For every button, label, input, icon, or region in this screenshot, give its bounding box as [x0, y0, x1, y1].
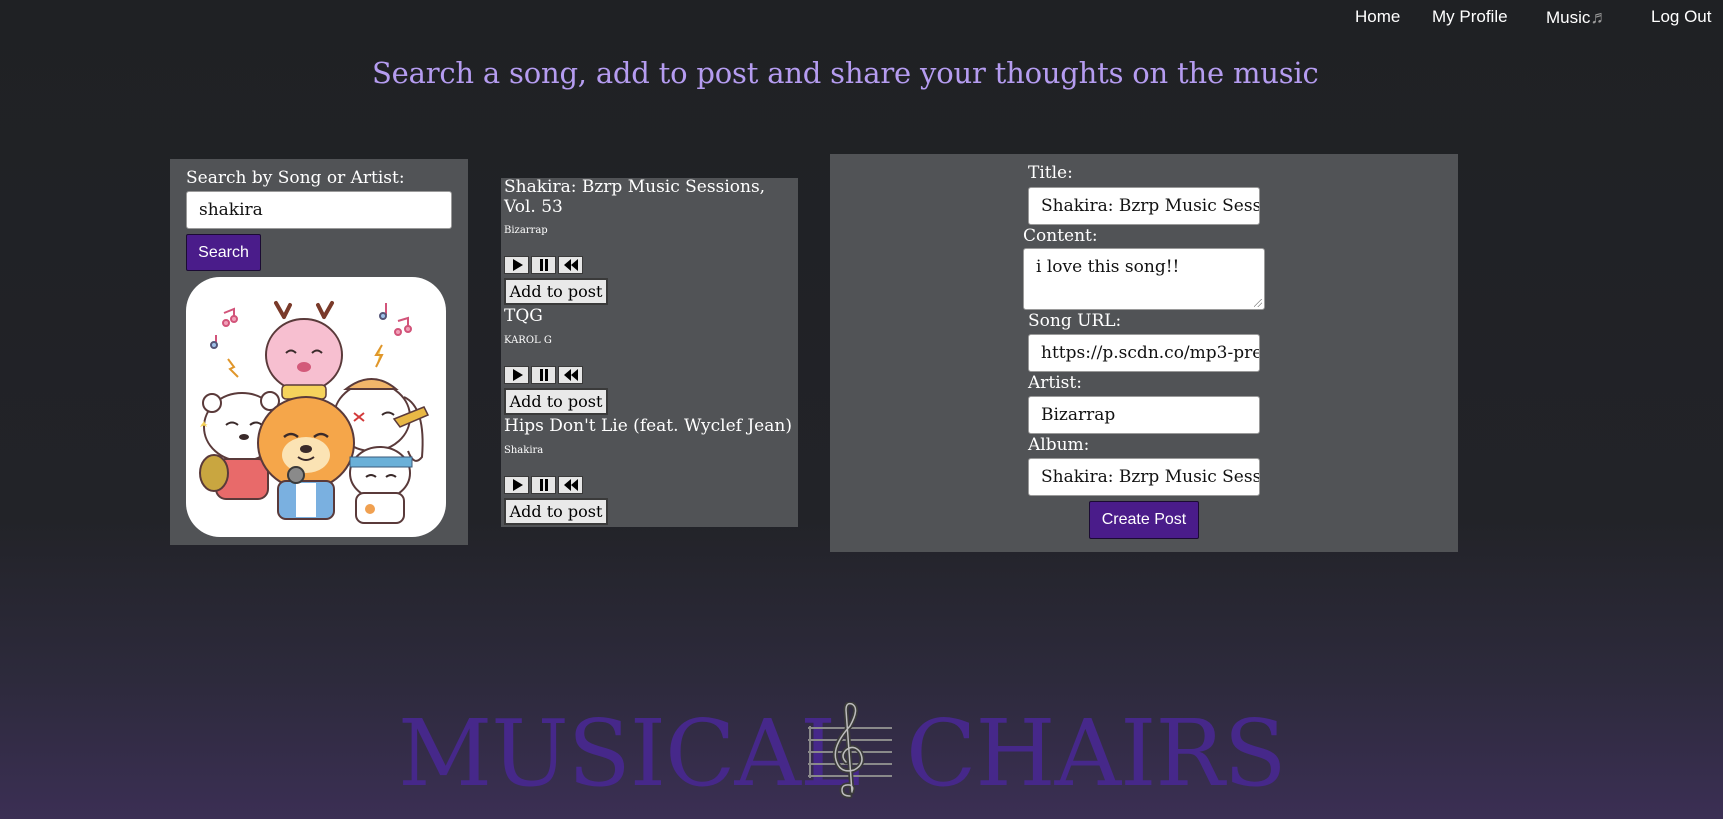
rewind-icon: [563, 479, 578, 491]
album-art-image: [186, 277, 446, 537]
content-text: i love this song!!: [1036, 257, 1180, 277]
album-label: Album:: [1028, 435, 1090, 455]
nav-music-label: Music: [1546, 8, 1591, 27]
search-button[interactable]: Search: [186, 234, 261, 271]
song-url-field[interactable]: https://p.scdn.co/mp3-pre: [1028, 334, 1260, 372]
result-artist: KAROL G: [504, 335, 552, 346]
artist-field[interactable]: Bizarrap: [1028, 396, 1260, 434]
song-url-label: Song URL:: [1028, 311, 1122, 331]
nav-logout-link[interactable]: Log Out: [1651, 7, 1712, 27]
add-to-post-button[interactable]: Add to post: [504, 388, 608, 415]
logo-word-musical: MUSICAL: [398, 700, 861, 807]
result-title: TQG: [504, 306, 543, 326]
nav-home-link[interactable]: Home: [1355, 7, 1400, 27]
pause-icon: [539, 479, 548, 491]
add-to-post-button[interactable]: Add to post: [504, 278, 608, 305]
play-button[interactable]: [504, 366, 529, 384]
result-title: Shakira: Bzrp Music Sessions, Vol. 53: [504, 177, 766, 217]
pause-icon: [539, 259, 548, 271]
rewind-icon: [563, 369, 578, 381]
top-nav: Home My Profile Music♬ Log Out: [1203, 0, 1723, 34]
play-icon: [512, 369, 523, 381]
nav-profile-link[interactable]: My Profile: [1432, 7, 1508, 27]
pause-icon: [539, 369, 548, 381]
rewind-button[interactable]: [558, 366, 583, 384]
resize-handle-icon[interactable]: [1254, 299, 1262, 307]
rewind-button[interactable]: [558, 476, 583, 494]
result-artist: Bizarrap: [504, 225, 548, 236]
create-post-button[interactable]: Create Post: [1089, 501, 1199, 539]
rewind-button[interactable]: [558, 256, 583, 274]
pause-button[interactable]: [531, 476, 556, 494]
logo-word-chairs: CHAIRS: [906, 700, 1287, 807]
play-icon: [512, 259, 523, 271]
content-textarea[interactable]: i love this song!!: [1023, 248, 1265, 310]
page-headline: Search a song, add to post and share you…: [372, 56, 1319, 90]
title-label: Title:: [1028, 163, 1073, 183]
content-label: Content:: [1023, 226, 1098, 246]
musical-chairs-logo: MUSICAL CHAIRS: [398, 700, 1287, 810]
play-icon: [512, 479, 523, 491]
search-label: Search by Song or Artist:: [186, 168, 405, 188]
artist-label: Artist:: [1028, 373, 1082, 393]
play-button[interactable]: [504, 256, 529, 274]
rewind-icon: [563, 259, 578, 271]
music-note-icon: ♬: [1590, 7, 1609, 27]
search-input[interactable]: shakira: [186, 191, 452, 229]
nav-music-link[interactable]: Music♬: [1546, 7, 1608, 28]
treble-clef-staff-icon: [808, 702, 892, 799]
pause-button[interactable]: [531, 256, 556, 274]
album-field[interactable]: Shakira: Bzrp Music Sessio: [1028, 458, 1260, 496]
result-artist: Shakira: [504, 445, 544, 456]
pause-button[interactable]: [531, 366, 556, 384]
play-button[interactable]: [504, 476, 529, 494]
add-to-post-button[interactable]: Add to post: [504, 498, 608, 525]
result-title: Hips Don't Lie (feat. Wyclef Jean): [504, 416, 792, 436]
title-field[interactable]: Shakira: Bzrp Music Sessio: [1028, 187, 1260, 225]
